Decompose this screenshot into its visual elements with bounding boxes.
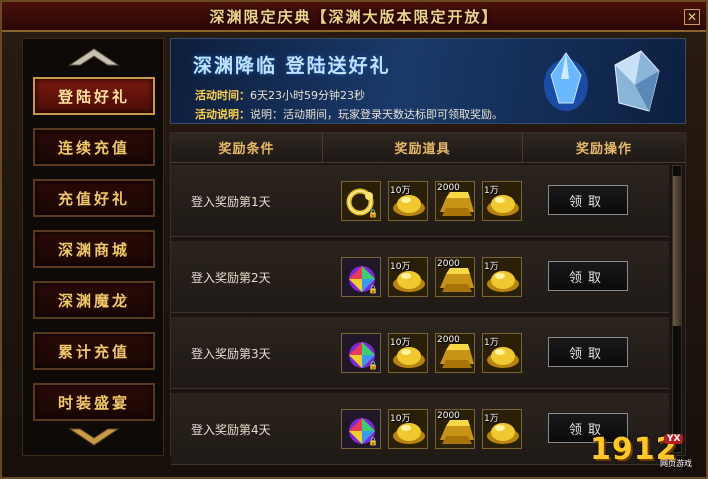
event-time: 活动时间：6天23小时59分钟23秒 <box>195 87 365 103</box>
item-quantity: 10万 <box>390 414 411 424</box>
gold-bar-icon[interactable]: 2000 <box>435 181 475 221</box>
gold-ingot-icon[interactable]: 10万 <box>388 333 428 373</box>
item-quantity: 1万 <box>484 186 499 196</box>
event-description-value: 说明：活动期间，玩家登录天数达标即可领取奖励。 <box>250 108 503 121</box>
reward-condition: 登入奖励第4天 <box>191 423 271 437</box>
ice-crystal-icon <box>614 50 660 112</box>
title-bar: 深渊限定庆典【深渊大版本限定开放】 ✕ <box>2 2 706 32</box>
claim-button[interactable]: 领取 <box>548 185 628 215</box>
item-quantity: 2000 <box>437 335 460 345</box>
claim-button[interactable]: 领取 <box>548 337 628 367</box>
event-time-label: 活动时间： <box>195 89 250 102</box>
sidebar-item-label: 深渊商城 <box>57 240 130 259</box>
window-title: 深渊限定庆典【深渊大版本限定开放】 <box>209 7 499 26</box>
table-scrollbar[interactable] <box>672 165 682 453</box>
gold-bar-icon[interactable]: 2000 <box>435 333 475 373</box>
header-condition: 奖励条件 <box>171 133 323 162</box>
sidebar-item-5[interactable]: 累计充值 <box>33 332 155 370</box>
gold-ingot-icon[interactable]: 10万 <box>388 257 428 297</box>
header-items: 奖励道具 <box>323 133 523 162</box>
reward-items: 🔒 10万 2000 1万 <box>341 333 522 373</box>
reward-condition: 登入奖励第2天 <box>191 271 271 285</box>
rainbow-gem-icon[interactable]: 🔒 <box>341 409 381 449</box>
reward-condition: 登入奖励第1天 <box>191 195 271 209</box>
sidebar-item-3[interactable]: 深渊商城 <box>33 230 155 268</box>
item-quantity: 1万 <box>484 262 499 272</box>
sidebar-item-label: 充值好礼 <box>57 189 130 208</box>
sidebar-item-label: 累计充值 <box>57 342 130 361</box>
item-quantity: 2000 <box>437 259 460 269</box>
logo-subtitle: 网页游戏 <box>660 459 692 468</box>
item-quantity: 2000 <box>437 183 460 193</box>
close-button[interactable]: ✕ <box>684 9 700 25</box>
reward-items: 🔒 10万 2000 1万 <box>341 181 522 221</box>
bound-lock-icon: 🔒 <box>368 285 378 294</box>
reward-items: 🔒 10万 2000 1万 <box>341 257 522 297</box>
bound-lock-icon: 🔒 <box>368 437 378 446</box>
gold-ingot-icon[interactable]: 1万 <box>482 257 522 297</box>
table-row: 登入奖励第2天 🔒 10万 2000 1万 领取 <box>171 241 669 313</box>
blue-orb-icon <box>544 52 588 111</box>
gold-bar-icon[interactable]: 2000 <box>435 409 475 449</box>
table-header: 奖励条件 奖励道具 奖励操作 <box>171 133 685 163</box>
item-quantity: 1万 <box>484 338 499 348</box>
reward-items: 🔒 10万 2000 1万 <box>341 409 522 449</box>
item-quantity: 10万 <box>390 338 411 348</box>
sidebar-item-0[interactable]: 登陆好礼 <box>33 77 155 115</box>
sidebar-item-6[interactable]: 时装盛宴 <box>33 383 155 421</box>
bound-lock-icon: 🔒 <box>368 361 378 370</box>
banner-title: 深渊降临 登陆送好礼 <box>193 55 391 77</box>
item-quantity: 2000 <box>437 411 460 421</box>
scroll-down-arrow-icon[interactable] <box>68 427 120 449</box>
gold-ingot-icon[interactable]: 1万 <box>482 409 522 449</box>
table-row: 登入奖励第3天 🔒 10万 2000 1万 领取 <box>171 317 669 389</box>
reward-condition: 登入奖励第3天 <box>191 347 271 361</box>
event-description-label: 活动说明： <box>195 108 250 121</box>
sidebar: 登陆好礼连续充值充值好礼深渊商城深渊魔龙累计充值时装盛宴 <box>22 38 164 456</box>
gold-ingot-icon[interactable]: 10万 <box>388 409 428 449</box>
rainbow-gem-icon[interactable]: 🔒 <box>341 257 381 297</box>
scroll-thumb[interactable] <box>673 176 681 326</box>
gold-ingot-icon[interactable]: 1万 <box>482 181 522 221</box>
rainbow-gem-icon[interactable]: 🔒 <box>341 333 381 373</box>
header-action: 奖励操作 <box>575 142 632 157</box>
site-logo: 1912 YX 网页游戏 <box>590 432 702 472</box>
scroll-up-arrow-icon[interactable] <box>68 45 120 67</box>
sidebar-item-label: 登陆好礼 <box>57 87 130 106</box>
item-quantity: 10万 <box>390 262 411 272</box>
gold-ingot-icon[interactable]: 10万 <box>388 181 428 221</box>
gold-ring-icon[interactable]: 🔒 <box>341 181 381 221</box>
table-row: 登入奖励第1天 🔒 10万 2000 1万 领取 <box>171 165 669 237</box>
sidebar-item-label: 时装盛宴 <box>57 393 130 412</box>
item-quantity: 1万 <box>484 414 499 424</box>
claim-button[interactable]: 领取 <box>548 261 628 291</box>
item-quantity: 10万 <box>390 186 411 196</box>
sidebar-item-1[interactable]: 连续充值 <box>33 128 155 166</box>
event-description: 活动说明：说明：活动期间，玩家登录天数达标即可领取奖励。 <box>195 106 503 122</box>
logo-badge: YX <box>664 434 684 444</box>
sidebar-item-label: 连续充值 <box>57 138 130 157</box>
sidebar-item-2[interactable]: 充值好礼 <box>33 179 155 217</box>
gold-ingot-icon[interactable]: 1万 <box>482 333 522 373</box>
event-banner: 深渊降临 登陆送好礼 活动时间：6天23小时59分钟23秒 活动说明：说明：活动… <box>170 38 686 124</box>
bound-lock-icon: 🔒 <box>368 209 378 218</box>
reward-table: 奖励条件 奖励道具 奖励操作 登入奖励第1天 🔒 10万 2000 1万 领取 登入奖励第2… <box>170 132 686 465</box>
event-time-value: 6天23小时59分钟23秒 <box>250 89 365 102</box>
sidebar-item-label: 深渊魔龙 <box>57 291 130 310</box>
gold-bar-icon[interactable]: 2000 <box>435 257 475 297</box>
sidebar-item-4[interactable]: 深渊魔龙 <box>33 281 155 319</box>
